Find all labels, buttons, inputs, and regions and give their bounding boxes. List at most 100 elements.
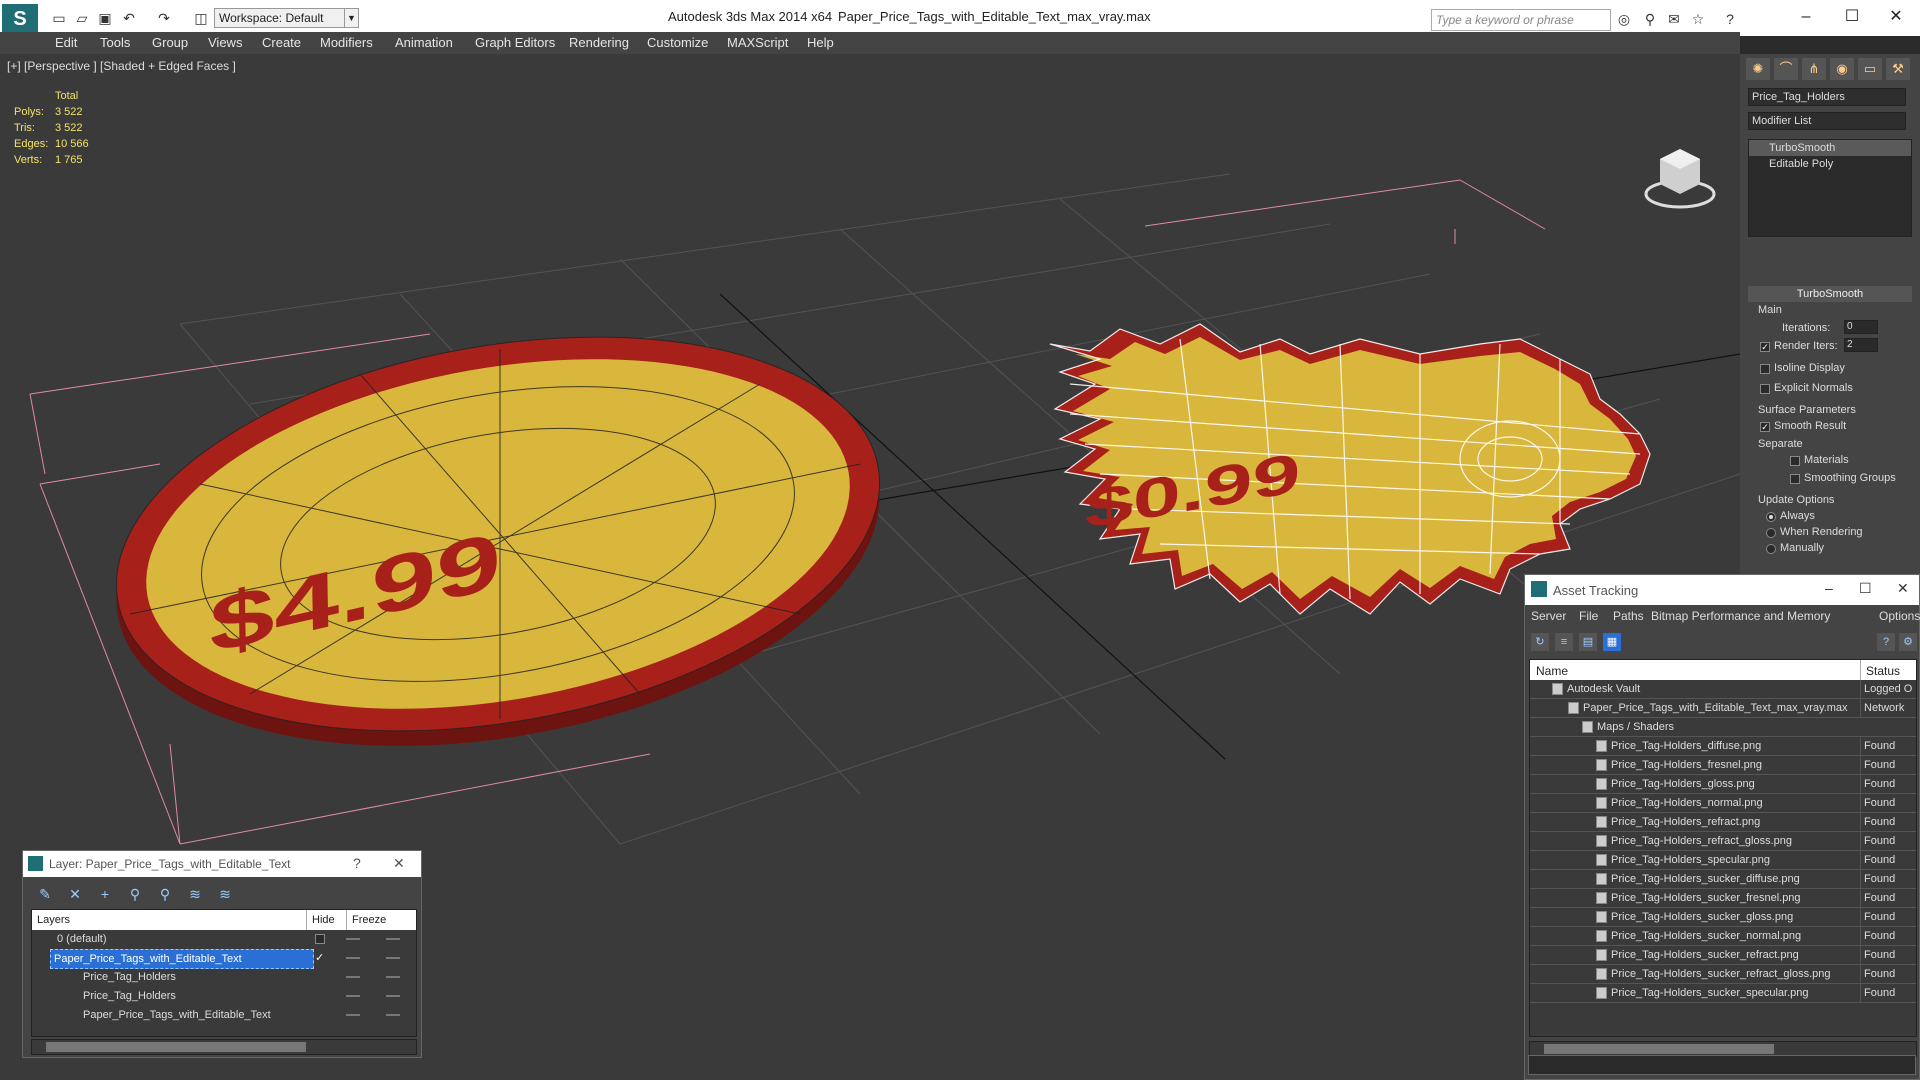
menu-group[interactable]: Group bbox=[152, 35, 188, 50]
app-logo-button[interactable]: S bbox=[2, 4, 38, 34]
binoculars-icon[interactable]: ◎ bbox=[1614, 9, 1634, 29]
thumbnail-view-icon[interactable]: ▤ bbox=[1579, 633, 1597, 651]
search-icon[interactable]: ⚲ bbox=[1640, 9, 1660, 29]
minimize-icon[interactable]: – bbox=[1825, 580, 1833, 596]
workspace-dropdown[interactable]: Workspace: Default ▼ bbox=[214, 8, 359, 28]
layer-hscrollbar[interactable] bbox=[31, 1039, 417, 1055]
maximize-icon[interactable]: ☐ bbox=[1832, 6, 1872, 28]
isoline-checkbox[interactable] bbox=[1760, 364, 1770, 374]
smooth-result-checkbox[interactable]: ✓ bbox=[1760, 422, 1770, 432]
hide-toggle[interactable] bbox=[346, 976, 360, 978]
asset-row[interactable]: Price_Tag-Holders_refract.png Found bbox=[1530, 813, 1916, 832]
asset-row[interactable]: Maps / Shaders bbox=[1530, 718, 1916, 737]
save-icon[interactable]: ▣ bbox=[96, 9, 114, 27]
freeze-all-icon[interactable]: ≋ bbox=[215, 885, 235, 903]
asset-menu-server[interactable]: Server bbox=[1531, 609, 1566, 623]
menu-create[interactable]: Create bbox=[262, 35, 301, 50]
layer-row[interactable]: Price_Tag_Holders bbox=[32, 968, 416, 987]
explicit-normals-checkbox[interactable] bbox=[1760, 384, 1770, 394]
asset-row[interactable]: Price_Tag-Holders_normal.png Found bbox=[1530, 794, 1916, 813]
asset-row[interactable]: Price_Tag-Holders_refract_gloss.png Found bbox=[1530, 832, 1916, 851]
select-objects-icon[interactable]: ⚲ bbox=[125, 885, 145, 903]
minimize-icon[interactable]: – bbox=[1786, 6, 1826, 28]
asset-row[interactable]: Price_Tag-Holders_sucker_diffuse.png Foun… bbox=[1530, 870, 1916, 889]
hide-toggle[interactable] bbox=[346, 1014, 360, 1016]
new-layer-icon[interactable]: ✎ bbox=[35, 885, 55, 903]
col-freeze-header[interactable]: Freeze bbox=[346, 910, 386, 930]
freeze-toggle[interactable] bbox=[386, 995, 400, 997]
menu-modifiers[interactable]: Modifiers bbox=[320, 35, 373, 50]
asset-row[interactable]: Price_Tag-Holders_sucker_fresnel.png Foun… bbox=[1530, 889, 1916, 908]
project-folder-icon[interactable]: ◫ bbox=[192, 9, 210, 27]
asset-row[interactable]: Autodesk Vault Logged O bbox=[1530, 680, 1916, 699]
asset-menu-options[interactable]: Options bbox=[1879, 609, 1920, 623]
modifier-stack[interactable]: TurboSmooth Editable Poly bbox=[1748, 139, 1912, 237]
menu-customize[interactable]: Customize bbox=[647, 35, 708, 50]
close-icon[interactable]: ✕ bbox=[1876, 6, 1916, 28]
layer-row[interactable]: Paper_Price_Tags_with_Editable_Text ✓ bbox=[32, 949, 416, 969]
scroll-thumb[interactable] bbox=[1544, 1044, 1774, 1054]
col-layers-header[interactable]: Layers bbox=[37, 914, 70, 926]
active-layer-checkbox[interactable] bbox=[315, 934, 325, 944]
close-icon[interactable]: ✕ bbox=[393, 855, 405, 872]
layer-row[interactable]: Price_Tag_Holders bbox=[32, 987, 416, 1006]
render-iters-checkbox[interactable]: ✓ bbox=[1760, 342, 1770, 352]
asset-row[interactable]: Price_Tag-Holders_sucker_gloss.png Found bbox=[1530, 908, 1916, 927]
refresh-icon[interactable]: ↻ bbox=[1531, 633, 1549, 651]
communication-icon[interactable]: ✉ bbox=[1664, 9, 1684, 29]
turbosmooth-rollout-header[interactable]: TurboSmooth bbox=[1748, 286, 1912, 302]
always-radio[interactable] bbox=[1766, 512, 1776, 522]
asset-row[interactable]: Price_Tag-Holders_gloss.png Found bbox=[1530, 775, 1916, 794]
hide-all-icon[interactable]: ≋ bbox=[185, 885, 205, 903]
menu-rendering[interactable]: Rendering bbox=[569, 35, 629, 50]
asset-row[interactable]: Price_Tag-Holders_sucker_normal.png Found bbox=[1530, 927, 1916, 946]
asset-row[interactable]: Price_Tag-Holders_sucker_refract.png Foun… bbox=[1530, 946, 1916, 965]
hide-toggle[interactable] bbox=[346, 957, 360, 959]
viewport-label[interactable]: [+] [Perspective ] [Shaded + Edged Faces… bbox=[7, 59, 236, 73]
modifier-list-dropdown[interactable]: Modifier List bbox=[1748, 112, 1906, 130]
hierarchy-tab-icon[interactable]: ⋔ bbox=[1802, 58, 1826, 80]
create-tab-icon[interactable]: ✺ bbox=[1746, 58, 1770, 80]
maximize-icon[interactable]: ☐ bbox=[1859, 580, 1872, 597]
modify-tab-icon[interactable]: ⌒ bbox=[1774, 58, 1798, 80]
redo-icon[interactable]: ↷ bbox=[155, 9, 173, 27]
asset-row[interactable]: Price_Tag-Holders_diffuse.png Found bbox=[1530, 737, 1916, 756]
object-name-field[interactable]: Price_Tag_Holders bbox=[1748, 88, 1906, 106]
asset-menu-bitmap[interactable]: Bitmap Performance and Memory bbox=[1651, 609, 1830, 623]
menu-views[interactable]: Views bbox=[208, 35, 242, 50]
display-tab-icon[interactable]: ▭ bbox=[1858, 58, 1882, 80]
menu-tools[interactable]: Tools bbox=[100, 35, 130, 50]
asset-row[interactable]: Price_Tag-Holders_specular.png Found bbox=[1530, 851, 1916, 870]
list-view-icon[interactable]: ≡ bbox=[1555, 633, 1573, 651]
search-input[interactable]: Type a keyword or phrase bbox=[1431, 9, 1611, 31]
layer-row[interactable]: 0 (default) bbox=[32, 930, 416, 949]
col-status-header[interactable]: Status bbox=[1860, 660, 1900, 680]
select-layer-icon[interactable]: ⚲ bbox=[155, 885, 175, 903]
hide-toggle[interactable] bbox=[346, 995, 360, 997]
asset-row[interactable]: Price_Tag-Holders_fresnel.png Found bbox=[1530, 756, 1916, 775]
freeze-toggle[interactable] bbox=[386, 976, 400, 978]
freeze-toggle[interactable] bbox=[386, 957, 400, 959]
smoothing-groups-checkbox[interactable] bbox=[1790, 474, 1800, 484]
menu-animation[interactable]: Animation bbox=[395, 35, 453, 50]
freeze-toggle[interactable] bbox=[386, 938, 400, 940]
asset-row[interactable]: Price_Tag-Holders_sucker_specular.png Fou… bbox=[1530, 984, 1916, 1003]
asset-menu-paths[interactable]: Paths bbox=[1613, 609, 1644, 623]
add-to-layer-icon[interactable]: + bbox=[95, 885, 115, 903]
favorites-icon[interactable]: ☆ bbox=[1688, 9, 1708, 29]
asset-menu-file[interactable]: File bbox=[1579, 609, 1598, 623]
menu-graph-editors[interactable]: Graph Editors bbox=[475, 35, 555, 50]
render-iters-spinner[interactable]: 2 bbox=[1844, 338, 1878, 352]
asset-row[interactable]: Price_Tag-Holders_sucker_refract_gloss.p… bbox=[1530, 965, 1916, 984]
menu-edit[interactable]: Edit bbox=[55, 35, 77, 50]
col-name-header[interactable]: Name bbox=[1536, 664, 1568, 678]
stack-item-editable-poly[interactable]: Editable Poly bbox=[1749, 156, 1911, 172]
asset-row[interactable]: Paper_Price_Tags_with_Editable_Text_max_… bbox=[1530, 699, 1916, 718]
help-icon[interactable]: ? bbox=[353, 855, 361, 871]
stack-item-turbosmooth[interactable]: TurboSmooth bbox=[1749, 140, 1911, 156]
help-icon[interactable]: ? bbox=[1720, 9, 1740, 29]
undo-icon[interactable]: ↶ bbox=[120, 9, 138, 27]
help-icon[interactable]: ? bbox=[1877, 633, 1895, 651]
new-file-icon[interactable]: ▭ bbox=[50, 9, 68, 27]
when-rendering-radio[interactable] bbox=[1766, 528, 1776, 538]
